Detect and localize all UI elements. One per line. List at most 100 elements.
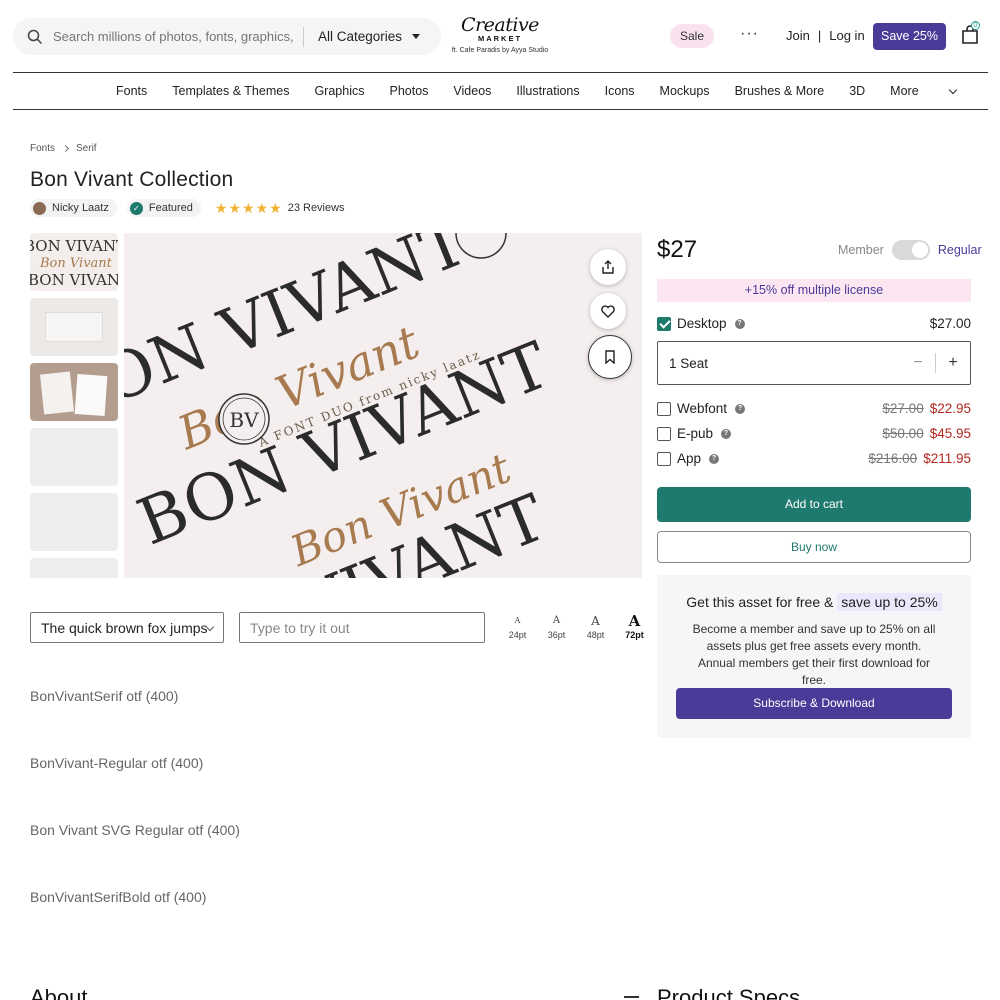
font-style-item: BonVivantSerifBold otf (400) [30, 889, 207, 905]
nav-item-illustrations[interactable]: Illustrations [516, 84, 579, 98]
help-icon[interactable]: ? [721, 428, 732, 439]
logo-tagline: ft. Cafe Paradis by Ayya Studio [451, 47, 549, 54]
breadcrumb-serif[interactable]: Serif [76, 143, 97, 154]
thumbnail-3-card-b [74, 374, 108, 416]
thumbnail-5[interactable] [30, 493, 118, 551]
license-regular-label[interactable]: Regular [938, 243, 982, 257]
font-style-item: BonVivant-Regular otf (400) [30, 755, 204, 771]
svg-text:BON VIVANT: BON VIVANT [30, 237, 118, 255]
nav-item-3d[interactable]: 3D [849, 84, 865, 98]
nav-item-mockups[interactable]: Mockups [660, 84, 710, 98]
star-icon: ★ [269, 200, 282, 216]
breadcrumb: Fonts Serif [30, 143, 97, 154]
size-24pt-button[interactable]: A 24pt [498, 612, 537, 640]
promo-text: multiple license [797, 283, 884, 297]
app-old-price: $216.00 [868, 451, 918, 466]
nav-more-label: More [890, 84, 919, 98]
desktop-checkbox[interactable] [657, 316, 671, 331]
subscribe-download-button[interactable]: Subscribe & Download [676, 688, 952, 719]
webfont-checkbox[interactable] [657, 401, 671, 416]
thumbnail-1[interactable]: BON VIVANT Bon Vivant BON VIVANT [30, 233, 118, 291]
nav-item-icons[interactable]: Icons [605, 84, 635, 98]
thumbnail-1-image: BON VIVANT Bon Vivant BON VIVANT [30, 237, 118, 289]
nav-item-templates-themes[interactable]: Templates & Themes [172, 84, 289, 98]
favorite-button[interactable] [590, 293, 626, 329]
save-25-button[interactable]: Save 25% [873, 23, 946, 50]
desktop-price: $27.00 [929, 316, 971, 331]
star-icon: ★ [228, 200, 242, 216]
size-36pt-button[interactable]: A 36pt [537, 612, 576, 640]
rating-stars[interactable]: ★ ★ ★ ★ ★ 23 Reviews [215, 201, 345, 215]
star-icon: ★ [255, 200, 269, 216]
reviews-count[interactable]: 23 Reviews [288, 202, 345, 214]
size-glyph: A [552, 615, 561, 626]
nav-item-photos[interactable]: Photos [389, 84, 428, 98]
chevron-down-icon [948, 85, 957, 94]
nav-item-brushes-more[interactable]: Brushes & More [735, 84, 825, 98]
app-checkbox[interactable] [657, 451, 671, 466]
login-link[interactable]: Log in [829, 28, 864, 43]
app-price: $216.00 $211.95 [868, 451, 971, 466]
thumbnail-6[interactable] [30, 558, 118, 578]
creative-market-logo[interactable]: Creative MARKET ft. Cafe Paradis by Ayya… [440, 16, 560, 55]
auth-links: Join | Log in [786, 28, 865, 43]
svg-text:BON VIVANT: BON VIVANT [30, 271, 118, 289]
thumbnail-2[interactable] [30, 298, 118, 356]
font-style-item: BonVivantSerif otf (400) [30, 688, 179, 704]
seat-selector: 1 Seat − + [657, 341, 971, 385]
save-to-collection-button[interactable] [588, 335, 632, 379]
category-select[interactable]: All Categories [318, 29, 421, 44]
webfont-price: $27.00 $22.95 [882, 401, 971, 416]
sample-text-select[interactable]: The quick brown fox jumps [30, 612, 224, 643]
join-link[interactable]: Join [786, 28, 810, 43]
category-label: All Categories [318, 29, 403, 44]
help-icon[interactable]: ? [709, 453, 720, 464]
bookmark-icon [605, 350, 615, 364]
font-styles-list: BonVivantSerif otf (400) BonVivant-Regul… [30, 688, 240, 956]
membership-title: Get this asset for free & save up to 25% [657, 593, 971, 611]
sale-button[interactable]: Sale [670, 24, 714, 48]
share-button[interactable] [590, 249, 626, 285]
increase-seat-button[interactable]: + [936, 342, 970, 384]
nav-item-graphics[interactable]: Graphics [314, 84, 364, 98]
size-glyph: A [514, 616, 521, 625]
main-preview-image[interactable]: BON VIVANT BON VIVANT BON VIVANT Bon Viv… [124, 233, 642, 578]
license-toggle-group: Member Regular [838, 240, 982, 260]
seat-controls: − + [901, 342, 970, 384]
try-it-input[interactable] [239, 612, 485, 643]
size-label: 24pt [508, 630, 527, 640]
font-size-selector: A 24pt A 36pt A 48pt A 72pt [498, 612, 654, 640]
thumbnail-4[interactable] [30, 428, 118, 486]
license-toggle[interactable] [891, 240, 930, 260]
nav-item-more[interactable]: More [890, 84, 957, 98]
caret-down-icon [412, 34, 421, 39]
product-specs-heading[interactable]: Product Specs [657, 985, 800, 1000]
epub-checkbox[interactable] [657, 426, 671, 441]
more-menu-icon[interactable]: ··· [740, 24, 759, 44]
breadcrumb-fonts[interactable]: Fonts [30, 143, 55, 154]
size-48pt-button[interactable]: A 48pt [576, 612, 615, 640]
desktop-label: Desktop [677, 316, 727, 331]
help-icon[interactable]: ? [735, 403, 746, 414]
desktop-license-row: Desktop ? $27.00 [657, 316, 971, 331]
about-heading[interactable]: About [30, 985, 88, 1000]
monogram-badge: BV [218, 393, 270, 445]
license-member-label[interactable]: Member [838, 243, 884, 257]
search-input[interactable] [53, 29, 293, 44]
webfont-label: Webfont [677, 401, 728, 416]
share-icon [602, 260, 614, 274]
cart-button[interactable]: 0 [961, 21, 980, 45]
epub-label: E-pub [677, 426, 714, 441]
nav-item-fonts[interactable]: Fonts [116, 84, 147, 98]
thumbnail-3[interactable] [30, 363, 118, 421]
size-72pt-button[interactable]: A 72pt [615, 612, 654, 640]
search-bar[interactable]: All Categories [13, 18, 441, 55]
help-icon[interactable]: ? [734, 318, 745, 329]
buy-now-button[interactable]: Buy now [657, 531, 971, 563]
add-to-cart-button[interactable]: Add to cart [657, 487, 971, 522]
nav-item-videos[interactable]: Videos [453, 84, 491, 98]
author-link[interactable]: Nicky Laatz [30, 199, 117, 217]
membership-description: Become a member and save up to 25% on al… [692, 622, 936, 687]
collapse-icon[interactable] [624, 996, 639, 998]
decrease-seat-button[interactable]: − [901, 342, 935, 384]
